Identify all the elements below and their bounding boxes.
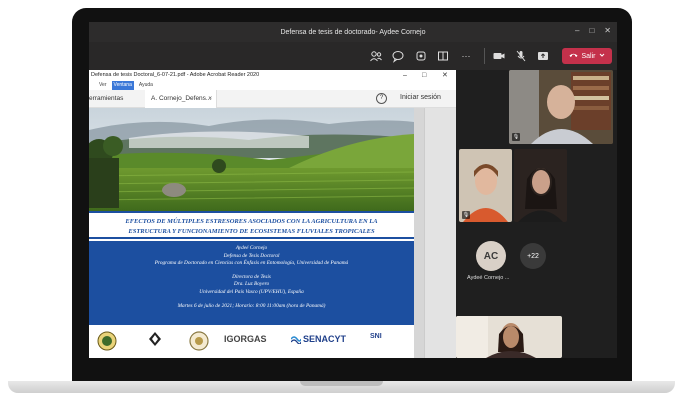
leave-button[interactable]: Salir <box>562 48 612 64</box>
participant-tiles: 🎙 🎙 AC +22 Aydeé Cornejo ... <box>456 70 617 358</box>
slide-title-line1: EFECTOS DE MÚLTIPLES ESTRESORES ASOCIADO… <box>125 218 378 225</box>
menu-ayuda[interactable]: Ayuda <box>139 81 153 90</box>
acrobat-close-button[interactable]: ✕ <box>442 70 448 81</box>
close-button[interactable]: ✕ <box>604 26 611 35</box>
tab-document[interactable]: A. Cornejo_Defens... × <box>145 90 217 108</box>
window-controls: – □ ✕ <box>575 26 611 35</box>
phone-icon <box>569 52 578 60</box>
shared-screen: Defensa de tesis Doctoral_6-07-21.pdf - … <box>89 70 456 358</box>
mic-icon: 🎙 <box>512 133 520 141</box>
slide-title: EFECTOS DE MÚLTIPLES ESTRESORES ASOCIADO… <box>89 211 414 239</box>
acrobat-minimize-button[interactable]: – <box>403 70 407 81</box>
chevron-down-icon[interactable] <box>599 52 605 60</box>
senacyt-label: SENACYT <box>303 334 347 344</box>
laptop-notch <box>300 381 383 386</box>
slide-date: Martes 6 de julio de 2021; Horario: 8:00… <box>177 302 326 309</box>
menu-ver[interactable]: Ver <box>99 81 107 90</box>
rooms-icon[interactable] <box>436 49 450 63</box>
more-participants-button[interactable]: +22 <box>520 243 546 269</box>
landscape-photo <box>89 108 414 211</box>
people-icon[interactable] <box>369 49 383 63</box>
menu-ventana[interactable]: Ventana <box>111 81 134 90</box>
gorgas-logo: IGORGAS <box>224 334 267 344</box>
sponsor-logos: IGORGAS SENACYT SNI <box>89 325 414 358</box>
participant-video-3[interactable] <box>514 149 567 222</box>
acrobat-titlebar: Defensa de tesis Doctoral_6-07-21.pdf - … <box>89 70 456 81</box>
minimize-button[interactable]: – <box>575 26 579 35</box>
senacyt-logo: SENACYT <box>291 334 346 344</box>
slide-title-line2: ESTRUCTURA Y FUNCIONAMIENTO DE ECOSISTEM… <box>128 228 375 235</box>
slide-author: Aydeé Cornejo <box>235 245 268 251</box>
avatar[interactable]: AC <box>476 241 506 271</box>
sni-logo: SNI <box>370 333 382 340</box>
slide-director: Dra. Luz Boyero <box>233 281 270 288</box>
slide-program: Programa de Doctorado en Ciencias con Én… <box>154 260 349 267</box>
teams-titlebar: Defensa de tesis de doctorado- Aydee Cor… <box>89 22 617 42</box>
acrobat-tabbar: erramientas A. Cornejo_Defens... × ? Ini… <box>89 90 456 108</box>
toolbar-divider <box>484 48 485 64</box>
acrobat-menubar: Ver Ventana Ayuda <box>89 81 456 90</box>
mic-icon: 🎙 <box>462 211 470 219</box>
more-icon[interactable]: ··· <box>459 49 473 63</box>
camera-icon[interactable] <box>492 49 506 63</box>
acrobat-maximize-button[interactable]: □ <box>422 70 426 81</box>
help-icon[interactable]: ? <box>376 93 387 104</box>
leave-label: Salir <box>581 52 596 60</box>
slide-director-label: Directora de Tesis <box>232 273 271 280</box>
participant-video-1[interactable]: 🎙 <box>509 70 613 144</box>
mic-off-icon[interactable] <box>514 49 528 63</box>
tab-tools[interactable]: erramientas <box>89 95 123 102</box>
maximize-button[interactable]: □ <box>589 26 594 35</box>
reactions-icon[interactable] <box>414 49 428 63</box>
tab-document-label: A. Cornejo_Defens... <box>151 95 212 102</box>
share-icon[interactable] <box>536 49 550 63</box>
university-seal-logo <box>97 331 117 356</box>
participant-video-4[interactable] <box>456 316 562 358</box>
tab-close-icon[interactable]: × <box>208 90 212 108</box>
participant-gallery: AC +22 Aydeé Cornejo ... <box>456 222 617 298</box>
participant-video-2[interactable]: 🎙 <box>459 149 512 222</box>
acrobat-window-title: Defensa de tesis Doctoral_6-07-21.pdf - … <box>91 72 260 78</box>
document-scrollbar[interactable] <box>424 108 456 358</box>
meeting-toolbar: ··· <box>89 42 617 70</box>
teams-window: Defensa de tesis de doctorado- Aydee Cor… <box>89 22 617 358</box>
pdf-page: EFECTOS DE MÚLTIPLES ESTRESORES ASOCIADO… <box>89 108 414 358</box>
slide-university: Universidad del País Vasco (UPV/EHU), Es… <box>199 288 304 295</box>
upv-ehu-logo <box>147 331 163 352</box>
meeting-title: Defensa de tesis de doctorado- Aydee Cor… <box>280 28 426 36</box>
slide-info-panel: Aydeé Cornejo Defensa de Tesis Doctoral … <box>89 241 414 325</box>
chat-icon[interactable] <box>391 49 405 63</box>
participant-name: Aydeé Cornejo ... <box>467 275 510 281</box>
login-button[interactable]: Iniciar sesión <box>400 94 441 101</box>
institution-seal-logo <box>189 331 209 356</box>
